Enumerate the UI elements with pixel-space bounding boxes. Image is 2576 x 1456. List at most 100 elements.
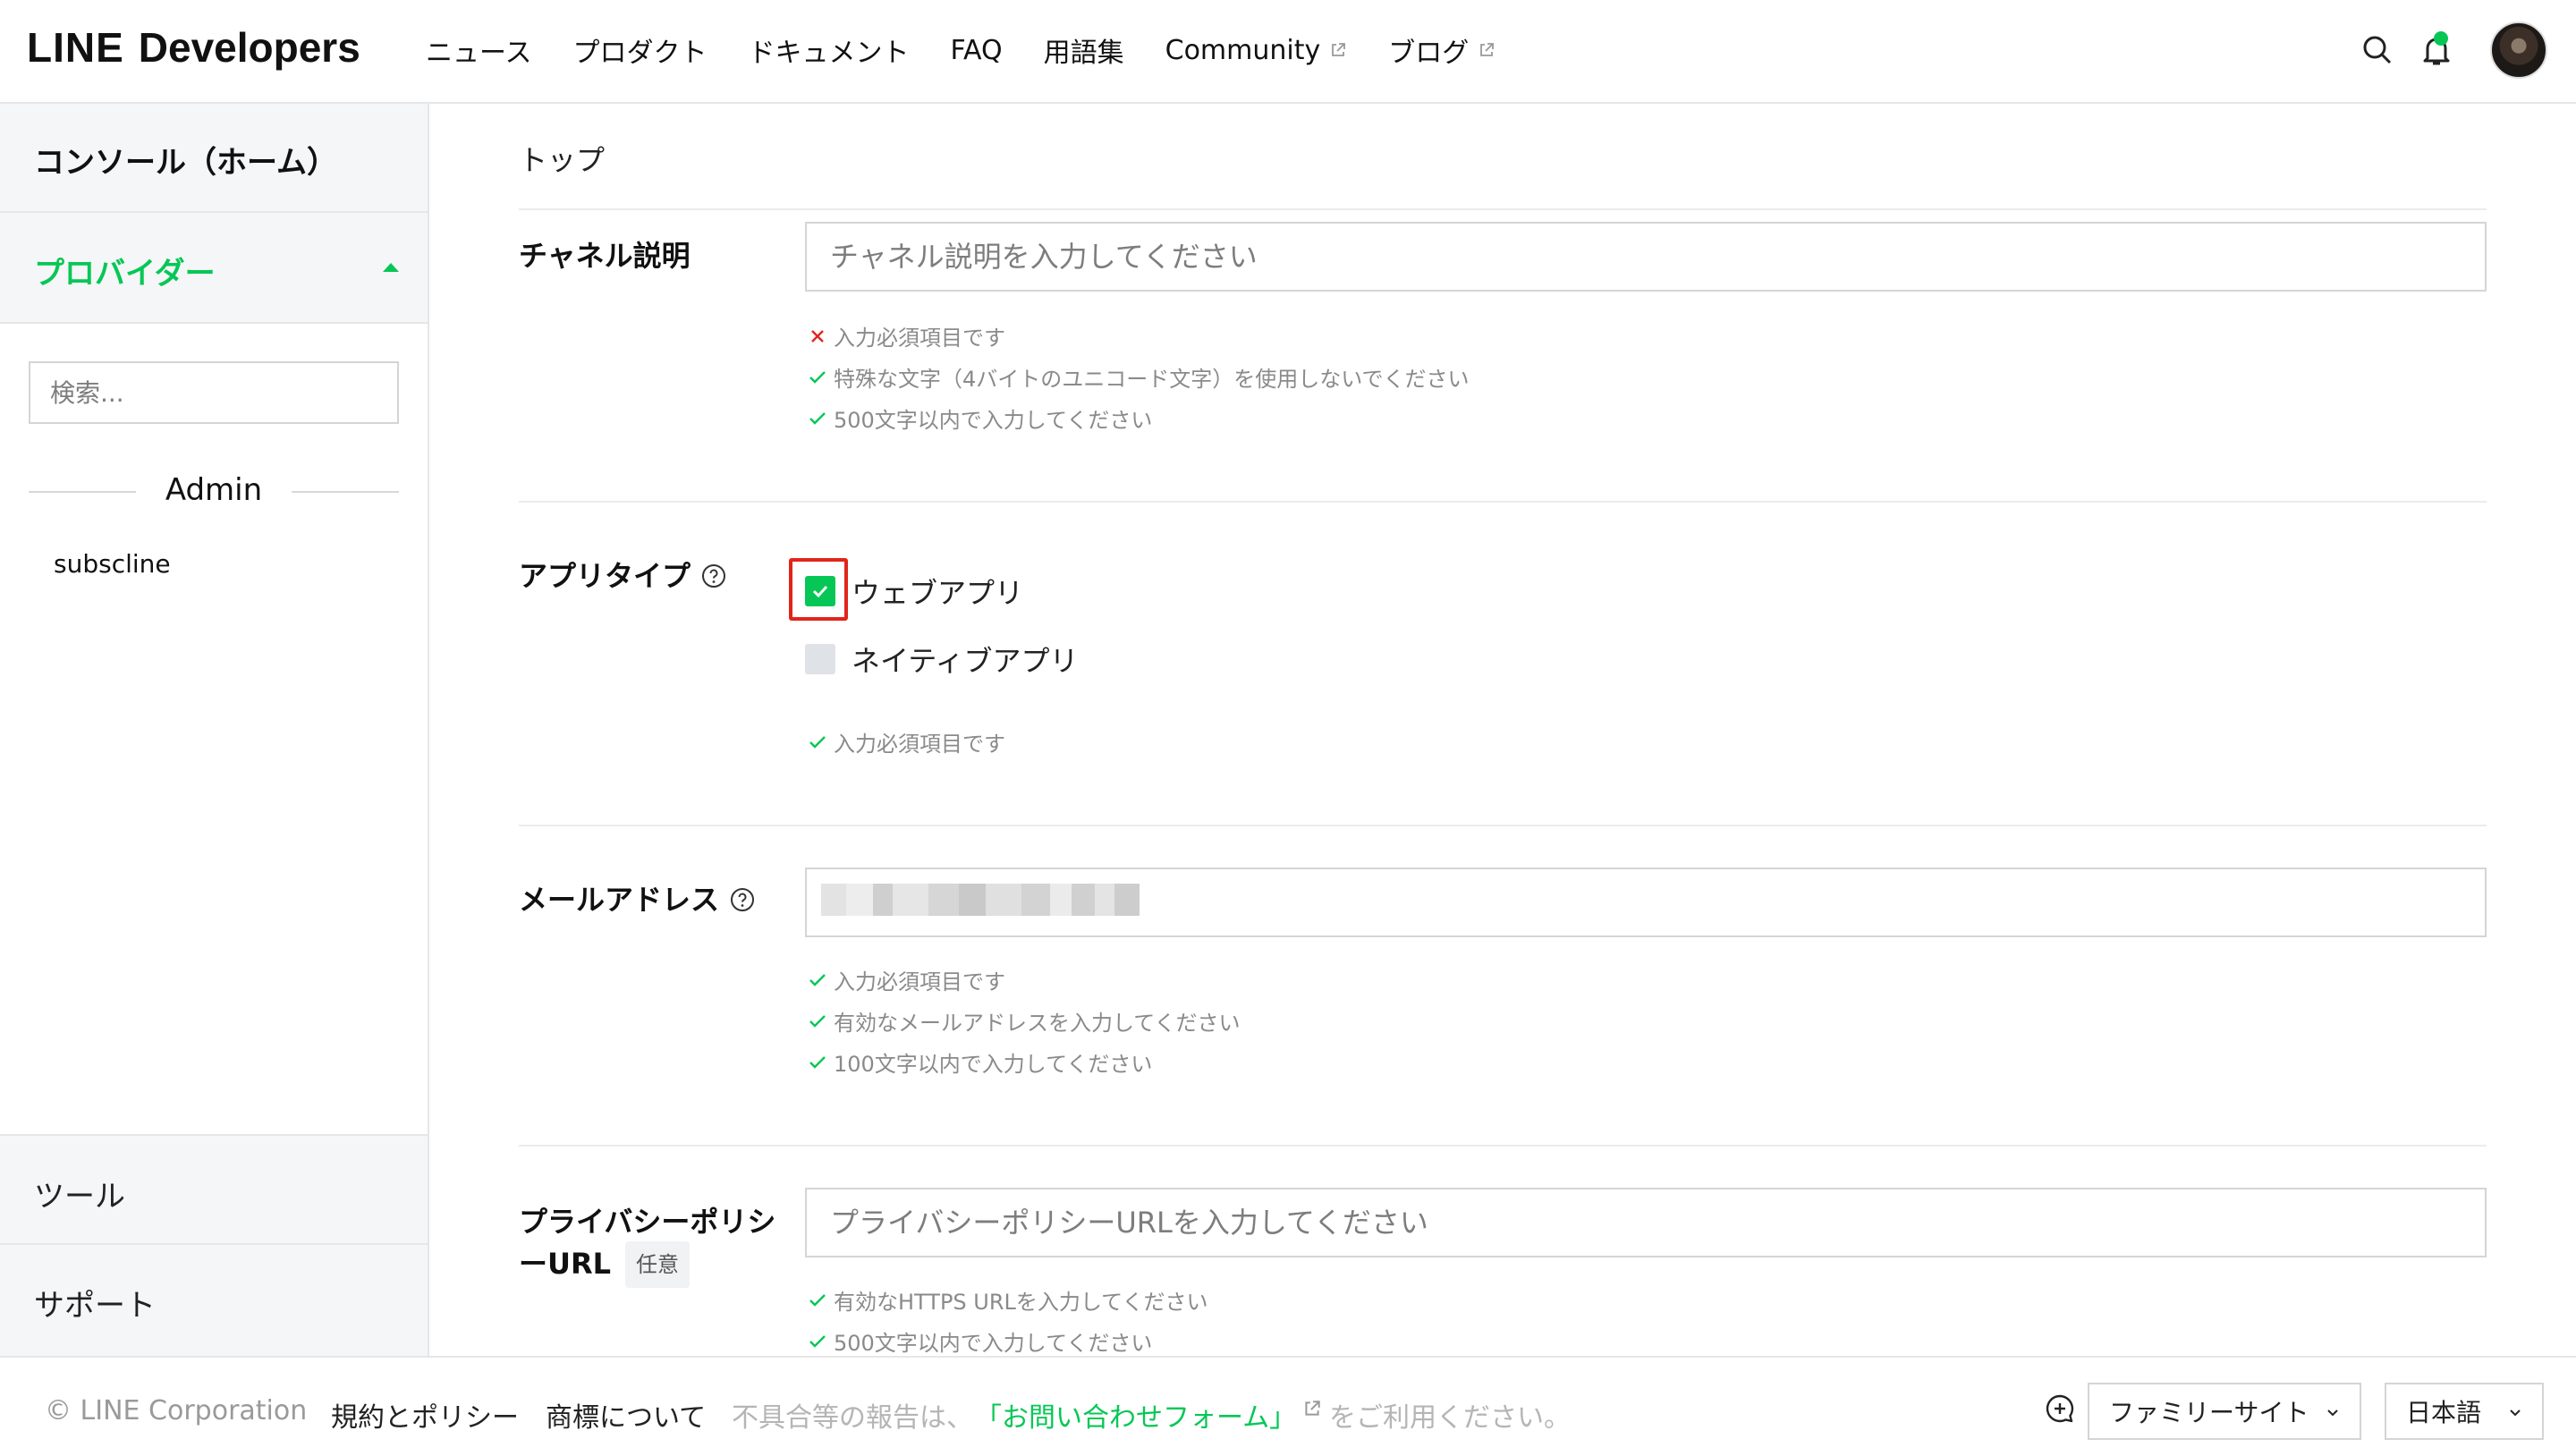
privacy-label-line2: ーURL bbox=[519, 1247, 612, 1281]
external-link-icon bbox=[1480, 43, 1495, 56]
hint-required-error: 入力必須項目です bbox=[807, 320, 1005, 351]
divider-line bbox=[292, 491, 399, 493]
report-suffix: をご利用ください。 bbox=[1329, 1402, 1571, 1434]
nav-blog-label: ブログ bbox=[1388, 38, 1470, 69]
notification-dot bbox=[2434, 31, 2448, 46]
channel-description-label: チャネル説明 bbox=[519, 239, 691, 273]
blurred-email-value bbox=[821, 884, 1140, 916]
line-developers-logo[interactable]: LINE Developers bbox=[27, 23, 360, 72]
hint-email-max-100: 100文字以内で入力してください bbox=[807, 1046, 1152, 1078]
provider-search-input[interactable] bbox=[29, 361, 399, 424]
app-type-label-text: アプリタイプ bbox=[519, 559, 691, 593]
sidebar-tools-label: ツール bbox=[34, 1179, 125, 1215]
native-app-checkbox[interactable] bbox=[805, 644, 835, 674]
report-prefix: 不具合等の報告は、 bbox=[732, 1402, 973, 1434]
hint-https-url: 有効なHTTPS URLを入力してください bbox=[807, 1284, 1208, 1316]
nav-news[interactable]: ニュース bbox=[426, 30, 532, 70]
hint-text: 入力必須項目です bbox=[834, 969, 1005, 995]
chevron-down-icon bbox=[2327, 1409, 2338, 1417]
section-divider bbox=[519, 208, 2487, 210]
sidebar: コンソール（ホーム） プロバイダー Admin subscline ツール サポ… bbox=[0, 104, 429, 1356]
main-nav: ニュース プロダクト ドキュメント FAQ 用語集 Community ブログ bbox=[426, 0, 1537, 100]
chat-plus-icon[interactable] bbox=[2045, 1393, 2075, 1424]
check-icon bbox=[809, 1334, 826, 1348]
sidebar-item-tools[interactable]: ツール bbox=[0, 1134, 428, 1245]
hint-text: 有効なメールアドレスを入力してください bbox=[834, 1011, 1241, 1036]
check-icon bbox=[809, 1293, 826, 1307]
hint-max-500: 500文字以内で入力してください bbox=[807, 402, 1152, 434]
help-icon[interactable] bbox=[701, 563, 726, 588]
section-divider bbox=[519, 1145, 2487, 1147]
check-icon bbox=[809, 735, 826, 749]
caret-up-icon bbox=[383, 263, 399, 272]
trademark-link[interactable]: 商標について bbox=[546, 1395, 706, 1435]
sidebar-item-support[interactable]: サポート bbox=[0, 1245, 428, 1356]
hint-required-ok: 入力必須項目です bbox=[807, 726, 1005, 758]
hint-privacy-max-500: 500文字以内で入力してください bbox=[807, 1325, 1152, 1357]
nav-community-label: Community bbox=[1165, 34, 1321, 66]
nav-faq[interactable]: FAQ bbox=[951, 35, 1003, 66]
external-link-icon bbox=[1305, 1401, 1320, 1416]
language-select[interactable]: 日本語 bbox=[2385, 1383, 2544, 1440]
language-label: 日本語 bbox=[2406, 1398, 2482, 1427]
top-header: LINE Developers ニュース プロダクト ドキュメント FAQ 用語集… bbox=[0, 0, 2576, 104]
check-icon bbox=[809, 973, 826, 986]
privacy-policy-url-input[interactable] bbox=[805, 1188, 2487, 1257]
nav-community[interactable]: Community bbox=[1165, 35, 1348, 66]
check-icon bbox=[809, 370, 826, 384]
section-divider bbox=[519, 501, 2487, 503]
admin-group-label: Admin bbox=[165, 472, 263, 508]
breadcrumb[interactable]: トップ bbox=[519, 138, 605, 179]
app-type-option-native[interactable]: ネイティブアプリ bbox=[805, 639, 1078, 680]
hint-text: 入力必須項目です bbox=[834, 326, 1005, 351]
hint-text: 入力必須項目です bbox=[834, 732, 1005, 757]
contact-form-link[interactable]: 「お問い合わせフォーム」 bbox=[975, 1395, 1296, 1435]
user-avatar[interactable] bbox=[2490, 21, 2547, 79]
hint-text: 500文字以内で入力してください bbox=[834, 1331, 1153, 1356]
check-icon bbox=[809, 411, 826, 425]
web-app-label: ウェブアプリ bbox=[852, 576, 1024, 610]
native-app-label: ネイティブアプリ bbox=[852, 644, 1079, 678]
nav-docs[interactable]: ドキュメント bbox=[749, 30, 910, 70]
nav-blog[interactable]: ブログ bbox=[1388, 30, 1496, 70]
hint-text: 500文字以内で入力してください bbox=[834, 408, 1153, 433]
cross-icon bbox=[811, 329, 824, 343]
footer: © LINE Corporation 規約とポリシー 商標について 不具合等の報… bbox=[0, 1356, 2576, 1456]
sidebar-item-console-home[interactable]: コンソール（ホーム） bbox=[0, 104, 428, 213]
copyright: © LINE Corporation bbox=[45, 1395, 308, 1426]
privacy-policy-label: プライバシーポリシ ーURL 任意 bbox=[519, 1202, 775, 1288]
logo-developers-text: Developers bbox=[138, 24, 360, 71]
hint-no-special-chars: 特殊な文字（4バイトのユニコード文字）を使用しないでください bbox=[807, 361, 1470, 393]
sidebar-item-providers[interactable]: プロバイダー bbox=[0, 213, 428, 324]
external-link-icon bbox=[1332, 43, 1346, 56]
chevron-down-icon bbox=[2510, 1409, 2521, 1417]
hint-text: 有効なHTTPS URLを入力してください bbox=[834, 1290, 1208, 1315]
email-label-text: メールアドレス bbox=[519, 883, 720, 917]
check-icon bbox=[809, 1055, 826, 1069]
privacy-label-line1: プライバシーポリシ bbox=[519, 1205, 776, 1239]
privacy-label-line2-wrap: ーURL 任意 bbox=[519, 1241, 775, 1288]
optional-badge: 任意 bbox=[625, 1241, 691, 1288]
search-icon[interactable] bbox=[2358, 30, 2397, 70]
logo-line-text: LINE bbox=[27, 24, 124, 71]
channel-description-input[interactable] bbox=[805, 222, 2487, 292]
sidebar-home-label: コンソール（ホーム） bbox=[34, 145, 337, 181]
email-label: メールアドレス bbox=[519, 880, 755, 919]
help-icon[interactable] bbox=[730, 887, 755, 912]
check-icon bbox=[809, 1014, 826, 1028]
section-divider bbox=[519, 825, 2487, 826]
nav-products[interactable]: プロダクト bbox=[573, 30, 708, 70]
terms-link[interactable]: 規約とポリシー bbox=[331, 1395, 519, 1435]
hint-email-required: 入力必須項目です bbox=[807, 964, 1005, 995]
hint-text: 特殊な文字（4バイトのユニコード文字）を使用しないでください bbox=[834, 367, 1470, 392]
hint-text: 100文字以内で入力してください bbox=[834, 1052, 1153, 1077]
family-site-select[interactable]: ファミリーサイト bbox=[2088, 1383, 2361, 1440]
sidebar-support-label: サポート bbox=[34, 1288, 156, 1324]
app-type-label: アプリタイプ bbox=[519, 556, 726, 596]
sidebar-item-subscline[interactable]: subscline bbox=[54, 549, 171, 579]
hint-email-valid: 有効なメールアドレスを入力してください bbox=[807, 1005, 1241, 1037]
family-site-label: ファミリーサイト bbox=[2109, 1398, 2309, 1427]
highlight-box bbox=[789, 558, 848, 621]
nav-glossary[interactable]: 用語集 bbox=[1044, 30, 1124, 70]
admin-group-header: Admin bbox=[29, 469, 399, 513]
